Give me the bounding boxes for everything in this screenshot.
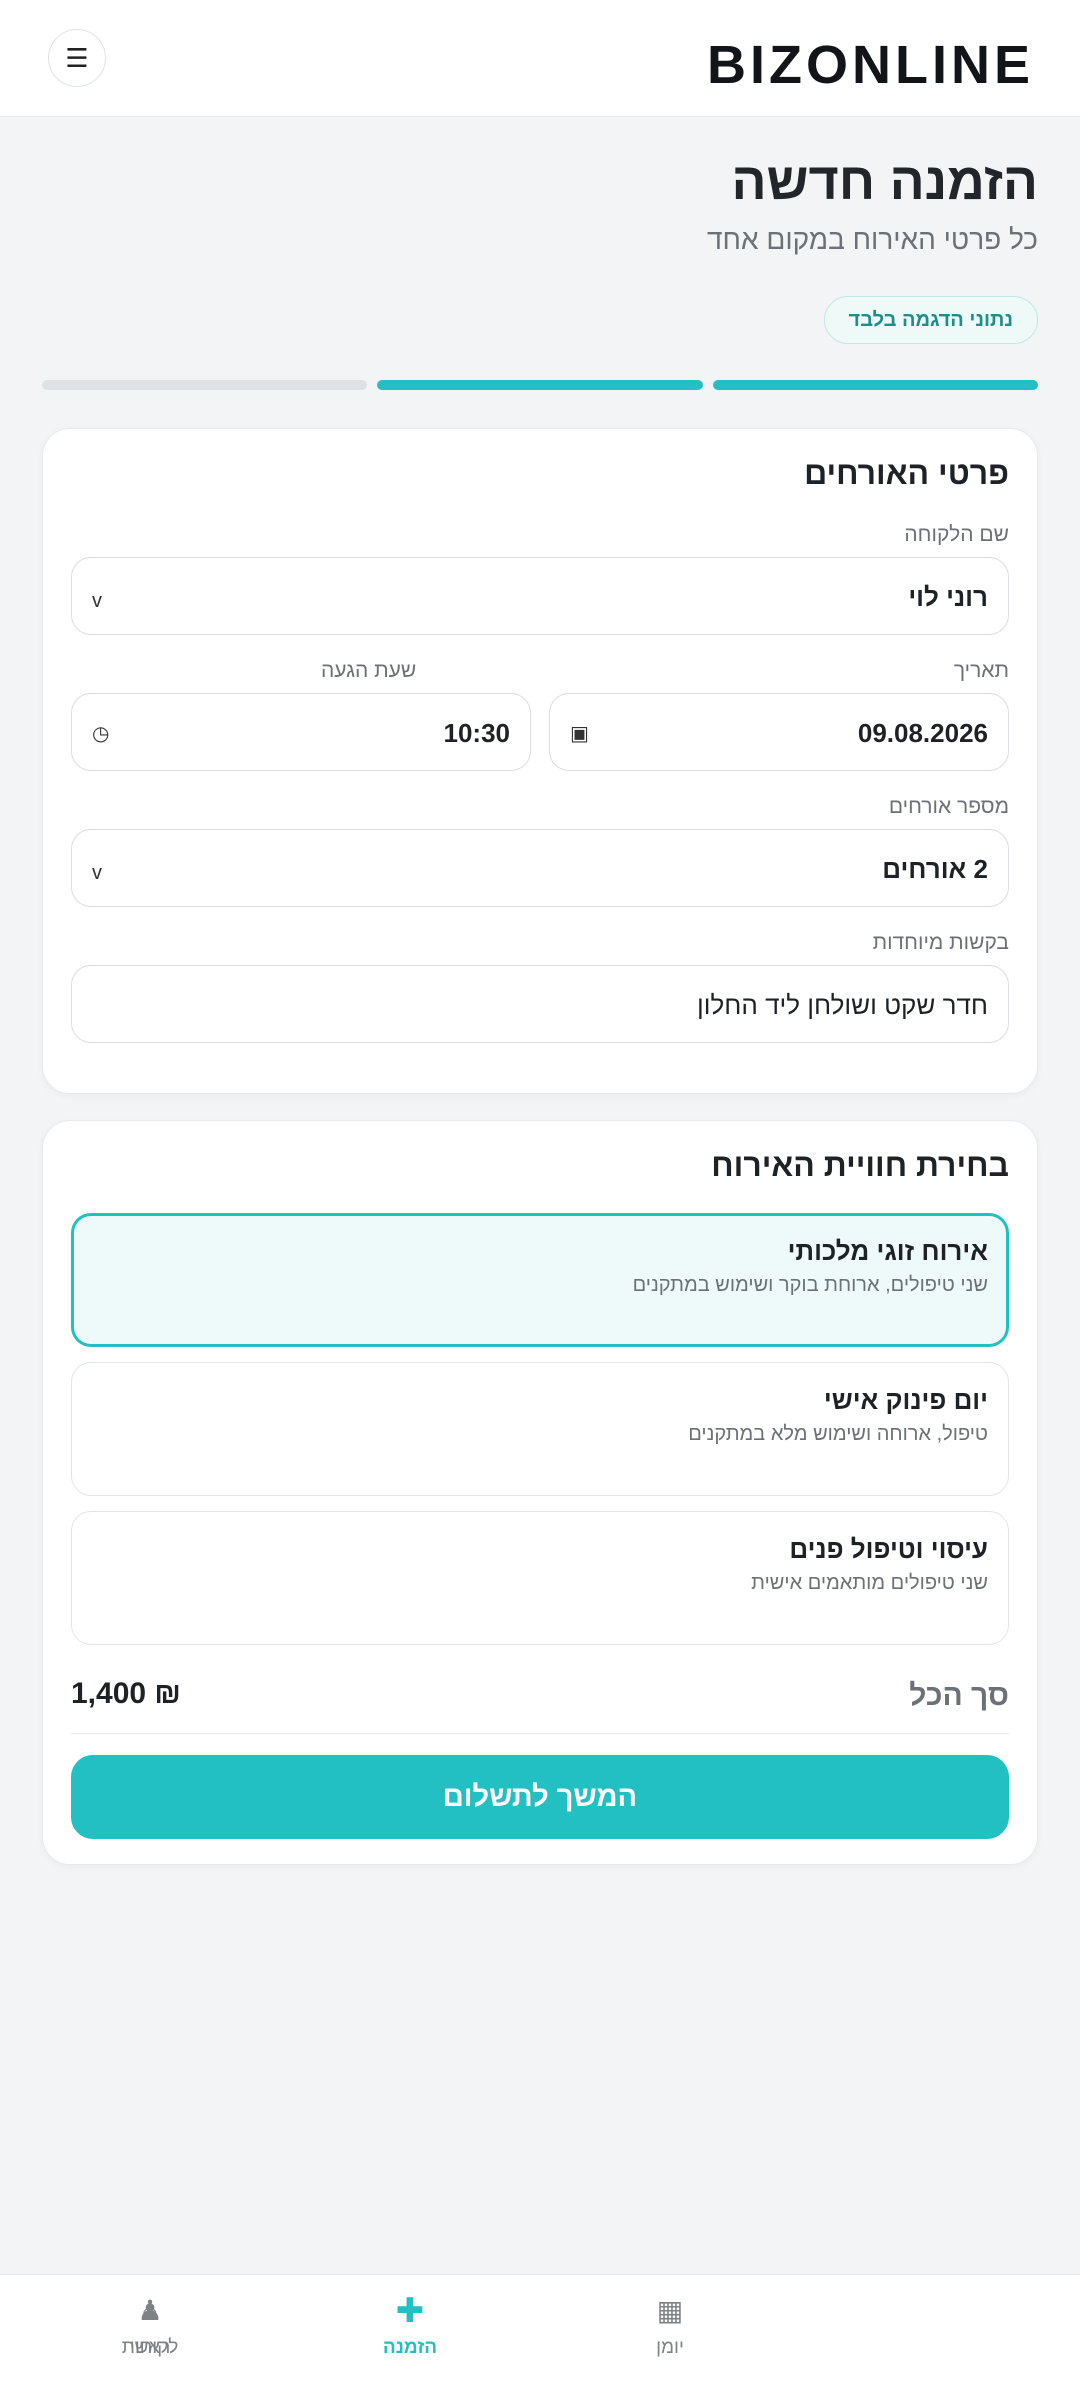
progress-step-1 — [712, 380, 1038, 390]
progress-bar — [42, 380, 1038, 390]
time-label: שעת הגעה — [321, 659, 417, 682]
guest-details-title: פרטי האורחים — [804, 455, 1009, 491]
guests-value: 2 אורחים — [882, 853, 988, 884]
total-label: סך הכל — [909, 1679, 1009, 1712]
date-field[interactable]: 09.08.2026 ▣ — [549, 693, 1009, 771]
experience-title: בחירת חוויית האירוח — [711, 1147, 1009, 1183]
bottom-nav: ⌂ ראשי ▦ יומן ✚ הזמנה ♟ לקוחות — [0, 2274, 1080, 2400]
clock-icon: ◷ — [92, 722, 110, 745]
app-header: BIZONLINE ☰ — [0, 0, 1080, 117]
continue-to-payment-button[interactable]: המשך לתשלום — [71, 1755, 1009, 1839]
option-title: עיסוי וטיפול פנים — [789, 1534, 988, 1564]
calendar-icon: ▣ — [570, 722, 589, 745]
option-title: אירוח זוגי מלכותי — [787, 1236, 988, 1266]
requests-label: בקשות מיוחדות — [872, 931, 1009, 954]
nav-label: לקוחות — [121, 2337, 179, 2358]
customer-value: רוני לוי — [908, 581, 988, 612]
customer-label: שם הלקוחה — [904, 523, 1009, 546]
date-label: תאריך — [953, 659, 1009, 682]
guest-details-card: פרטי האורחים שם הלקוחה רוני לוי v תאריך … — [42, 428, 1038, 1094]
chevron-down-icon: v — [92, 861, 102, 884]
time-value: 10:30 — [443, 717, 511, 748]
requests-value: חדר שקט ושולחן ליד החלון — [696, 989, 988, 1020]
experience-card: בחירת חוויית האירוח אירוח זוגי מלכותי שנ… — [42, 1120, 1038, 1865]
chevron-down-icon: v — [92, 589, 102, 612]
divider — [71, 1733, 1009, 1734]
option-title: יום פינוק אישי — [823, 1385, 988, 1415]
calendar-grid-icon: ▦ — [656, 2295, 684, 2326]
plus-icon: ✚ — [395, 2292, 425, 2330]
customer-select[interactable]: רוני לוי v — [71, 557, 1009, 635]
demo-badge: נתוני הדגמה בלבד — [823, 296, 1038, 344]
page-subtitle: כל פרטי האירוח במקום אחד — [707, 224, 1038, 255]
nav-label: יומן — [656, 2337, 684, 2358]
nav-booking[interactable]: ✚ הזמנה — [330, 2293, 490, 2359]
option-royal-couple[interactable]: אירוח זוגי מלכותי שני טיפולים, ארוחת בוק… — [71, 1213, 1009, 1347]
option-desc: טיפול, ארוחה ושימוש מלא במתקנים — [688, 1423, 988, 1445]
page-title: הזמנה חדשה — [731, 153, 1038, 211]
date-value: 09.08.2026 — [857, 717, 988, 748]
guests-label: מספר אורחים — [888, 795, 1009, 818]
progress-step-3 — [42, 380, 368, 390]
option-desc: שני טיפולים, ארוחת בוקר ושימוש במתקנים — [632, 1274, 988, 1296]
nav-calendar[interactable]: ▦ יומן — [590, 2293, 750, 2359]
requests-input[interactable]: חדר שקט ושולחן ליד החלון — [71, 965, 1009, 1043]
logo: BIZONLINE — [707, 35, 1034, 95]
guests-select[interactable]: 2 אורחים v — [71, 829, 1009, 907]
time-field[interactable]: 10:30 ◷ — [71, 693, 531, 771]
option-massage-facial[interactable]: עיסוי וטיפול פנים שני טיפולים מותאמים אי… — [71, 1511, 1009, 1645]
total-value: ₪ 1,400 — [71, 1677, 181, 1710]
progress-step-2 — [377, 380, 703, 390]
user-icon: ♟ — [137, 2295, 163, 2326]
nav-customers[interactable]: ♟ לקוחות — [70, 2293, 230, 2359]
hamburger-icon: ☰ — [65, 42, 89, 73]
menu-button[interactable]: ☰ — [48, 29, 106, 87]
option-desc: שני טיפולים מותאמים אישית — [751, 1572, 988, 1594]
nav-label: הזמנה — [382, 2337, 438, 2358]
option-personal-pampering[interactable]: יום פינוק אישי טיפול, ארוחה ושימוש מלא ב… — [71, 1362, 1009, 1496]
